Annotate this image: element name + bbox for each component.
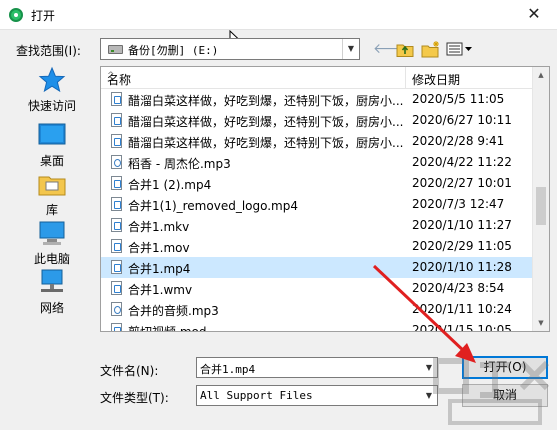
filetype-label: 文件类型(T): <box>100 391 169 405</box>
file-date: 2020/2/27 10:01 <box>412 176 512 190</box>
table-row[interactable]: 剪切视频.mod 2020/1/15 10:05 <box>101 320 534 332</box>
place-network[interactable]: 网络 <box>14 268 90 316</box>
file-name: 合并的音频.mp3 <box>128 304 219 318</box>
up-folder-icon <box>396 44 414 57</box>
file-name: 醋溜白菜这样做，好吃到爆，还特别下饭，厨房小... <box>128 94 404 108</box>
table-row[interactable]: 合并1(1)_removed_logo.mp4 2020/7/3 12:47 <box>101 194 534 215</box>
table-row[interactable]: 稻香 - 周杰伦.mp3 2020/4/22 11:22 <box>101 152 534 173</box>
file-name: 合并1.mp4 <box>128 262 191 276</box>
file-date: 2020/2/28 9:41 <box>412 134 505 148</box>
file-date: 2020/6/27 10:11 <box>412 113 512 127</box>
file-name: 合并1.mkv <box>128 220 190 234</box>
table-row[interactable]: 合并1.mkv 2020/1/10 11:27 <box>101 215 534 236</box>
star-icon <box>38 66 66 93</box>
file-name: 合并1.wmv <box>128 283 193 297</box>
back-button[interactable]: 🡐 <box>373 40 411 58</box>
place-library[interactable]: 库 <box>14 170 90 218</box>
computer-icon <box>39 221 65 245</box>
filetype-dropdown[interactable]: All Support Files ▼ <box>196 385 438 406</box>
view-menu-button[interactable] <box>446 40 474 58</box>
file-name: 稻香 - 周杰伦.mp3 <box>128 157 231 171</box>
column-header-name[interactable]: ^ 名称 <box>101 67 406 89</box>
video-file-icon <box>111 92 122 106</box>
file-name: 合并1 (2).mp4 <box>128 178 212 192</box>
app-icon <box>9 8 23 22</box>
video-file-icon <box>111 260 122 274</box>
filename-input[interactable]: 合并1.mp4 ▼ <box>196 357 438 378</box>
up-folder-button[interactable] <box>396 40 414 58</box>
lookin-value: 备份[勿删] (E:) <box>128 44 219 57</box>
close-icon: ✕ <box>527 4 541 23</box>
filetype-value: All Support Files <box>200 389 313 402</box>
video-file-icon <box>111 323 122 331</box>
file-date: 2020/7/3 12:47 <box>412 197 505 211</box>
scroll-thumb[interactable] <box>536 187 546 225</box>
file-date: 2020/1/11 10:24 <box>412 302 512 316</box>
file-list[interactable]: ^ 名称 修改日期 醋溜白菜这样做，好吃到爆，还特别下饭，厨房小... 2020/… <box>100 66 550 332</box>
table-row[interactable]: 合并1.mp4 2020/1/10 11:28 <box>101 257 534 278</box>
close-button[interactable]: ✕ <box>511 0 557 30</box>
lookin-label: 查找范围(I): <box>16 44 81 58</box>
video-file-icon <box>111 134 122 148</box>
chevron-down-icon[interactable]: ▼ <box>342 39 359 59</box>
scroll-down-icon[interactable]: ▼ <box>533 315 549 331</box>
audio-file-icon <box>111 302 122 316</box>
audio-file-icon <box>111 155 122 169</box>
file-name: 合并1.mov <box>128 241 190 255</box>
video-file-icon <box>111 113 122 127</box>
video-file-icon <box>111 176 122 190</box>
file-date: 2020/1/15 10:05 <box>412 323 512 332</box>
video-file-icon <box>111 218 122 232</box>
file-date: 2020/4/23 8:54 <box>412 281 505 295</box>
scroll-up-icon[interactable]: ▲ <box>533 67 549 83</box>
file-name: 醋溜白菜这样做，好吃到爆，还特别下饭，厨房小... <box>128 136 404 150</box>
places-bar: 快速访问 桌面 库 此电脑 网络 <box>14 66 90 326</box>
table-row[interactable]: 合并1.mov 2020/2/29 11:05 <box>101 236 534 257</box>
video-file-icon <box>111 197 122 211</box>
network-icon <box>41 269 63 292</box>
place-this-pc[interactable]: 此电脑 <box>14 219 90 267</box>
new-folder-button[interactable] <box>421 40 441 58</box>
place-quick-access[interactable]: 快速访问 <box>14 66 90 114</box>
table-row[interactable]: 醋溜白菜这样做，好吃到爆，还特别下饭，厨房小... 2020/6/27 10:11 <box>101 110 534 131</box>
video-file-icon <box>111 281 122 295</box>
table-row[interactable]: 醋溜白菜这样做，好吃到爆，还特别下饭，厨房小... 2020/5/5 11:05 <box>101 89 534 110</box>
filename-label: 文件名(N): <box>100 364 159 378</box>
window-title: 打开 <box>31 9 56 23</box>
file-date: 2020/1/10 11:28 <box>412 260 512 274</box>
place-desktop[interactable]: 桌面 <box>14 121 90 169</box>
vertical-scrollbar[interactable]: ▲ ▼ <box>532 67 549 331</box>
watermark-logo <box>433 358 550 425</box>
file-date: 2020/2/29 11:05 <box>412 239 512 253</box>
desktop-icon <box>38 123 66 145</box>
view-menu-icon <box>446 42 472 56</box>
file-name: 剪切视频.mod <box>128 325 207 332</box>
library-icon <box>38 176 66 196</box>
new-folder-icon <box>421 41 439 58</box>
drive-icon <box>108 45 123 54</box>
file-rows: 醋溜白菜这样做，好吃到爆，还特别下饭，厨房小... 2020/5/5 11:05 醋… <box>101 89 534 332</box>
file-date: 2020/5/5 11:05 <box>412 92 505 106</box>
file-name: 醋溜白菜这样做，好吃到爆，还特别下饭，厨房小... <box>128 115 404 129</box>
file-name: 合并1(1)_removed_logo.mp4 <box>128 199 298 213</box>
table-row[interactable]: 合并1 (2).mp4 2020/2/27 10:01 <box>101 173 534 194</box>
title-bar: 打开 ✕ <box>0 0 557 30</box>
table-row[interactable]: 合并的音频.mp3 2020/1/11 10:24 <box>101 299 534 320</box>
file-date: 2020/4/22 11:22 <box>412 155 512 169</box>
filename-value: 合并1.mp4 <box>200 363 256 376</box>
video-file-icon <box>111 239 122 253</box>
lookin-dropdown[interactable]: 备份[勿删] (E:) ▼ <box>100 38 360 60</box>
table-row[interactable]: 醋溜白菜这样做，好吃到爆，还特别下饭，厨房小... 2020/2/28 9:41 <box>101 131 534 152</box>
column-header-date[interactable]: 修改日期 <box>406 67 534 89</box>
file-date: 2020/1/10 11:27 <box>412 218 512 232</box>
table-row[interactable]: 合并1.wmv 2020/4/23 8:54 <box>101 278 534 299</box>
